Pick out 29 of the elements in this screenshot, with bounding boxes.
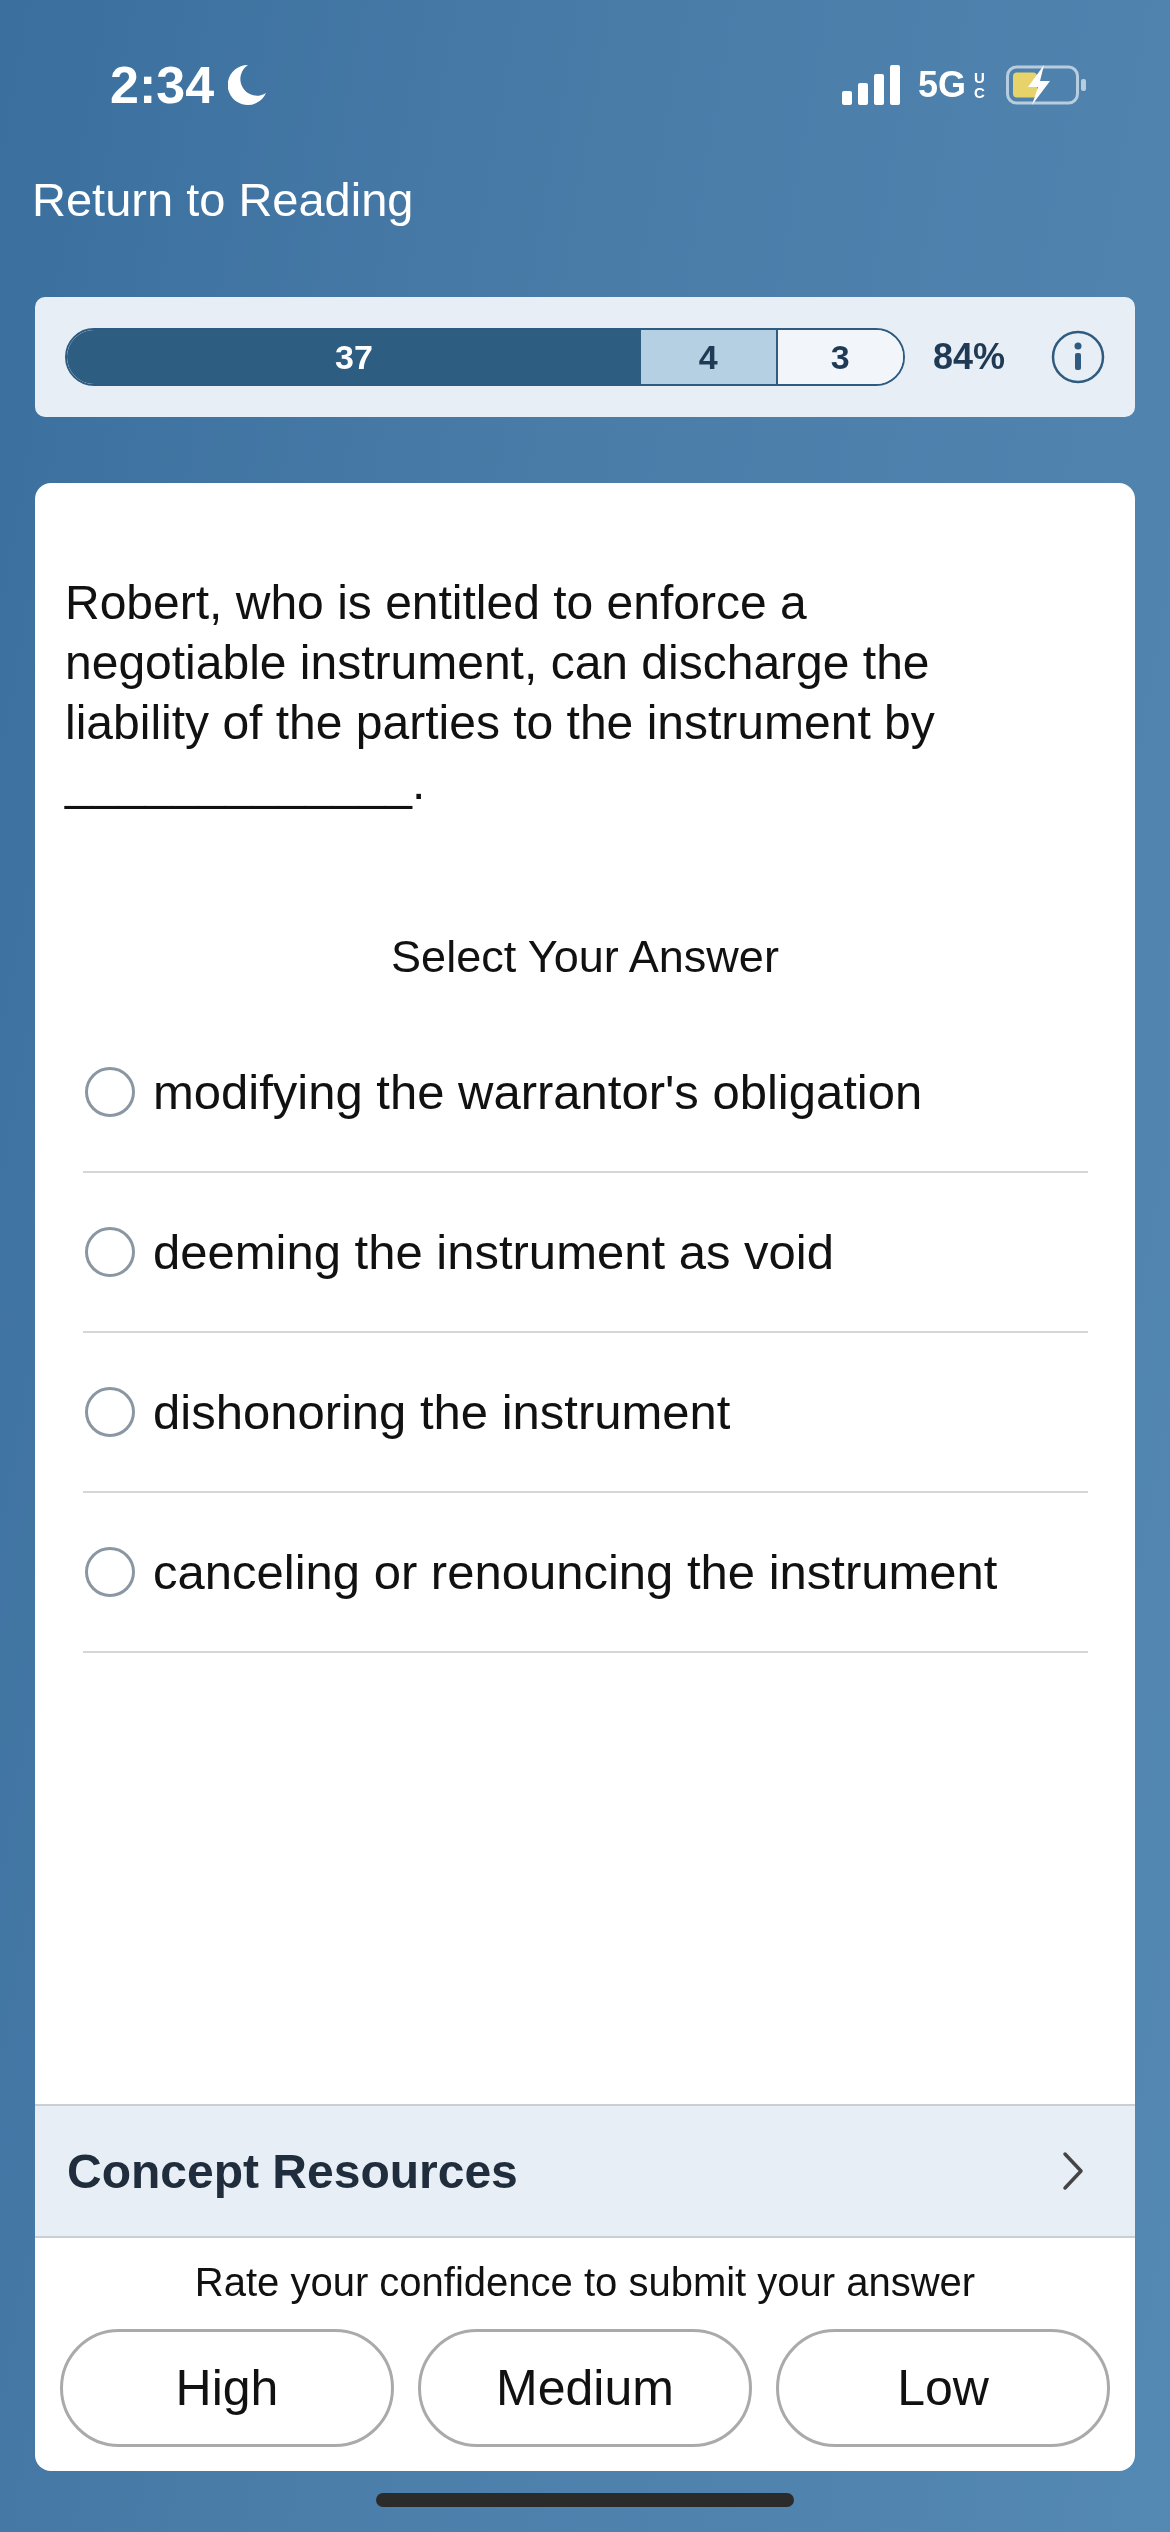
concept-resources-label: Concept Resources bbox=[67, 2143, 518, 2199]
battery-icon bbox=[1006, 63, 1088, 107]
signal-icon bbox=[841, 65, 902, 105]
answer-option[interactable]: dishonoring the instrument bbox=[153, 1384, 731, 1440]
answer-option[interactable]: canceling or renouncing the instrument bbox=[153, 1544, 998, 1600]
radio-button[interactable] bbox=[85, 1547, 135, 1597]
question-text: Robert, who is entitled to enforce a negotiable instrument, can discharge the liability of the parties to the instrument by _____________. bbox=[65, 575, 936, 811]
network-label: 5G bbox=[917, 64, 966, 106]
answer-option[interactable]: modifying the warrantor's obligation bbox=[153, 1064, 923, 1120]
network-suffix: UC bbox=[974, 70, 986, 100]
progress-segment: 3 bbox=[777, 330, 903, 384]
radio-button[interactable] bbox=[85, 1387, 135, 1437]
concept-resources-row[interactable]: Concept Resources bbox=[35, 2104, 1135, 2238]
moon-icon bbox=[228, 63, 269, 107]
confidence-button[interactable]: Medium bbox=[418, 2329, 752, 2447]
answer-option[interactable]: deeming the instrument as void bbox=[153, 1224, 834, 1280]
confidence-button[interactable]: High bbox=[60, 2329, 394, 2447]
confidence-button[interactable]: Low bbox=[776, 2329, 1110, 2447]
answer-heading: Select Your Answer bbox=[390, 931, 780, 983]
radio-button[interactable] bbox=[85, 1227, 135, 1277]
segment-count: 4 bbox=[697, 336, 719, 378]
info-icon[interactable] bbox=[1051, 330, 1105, 384]
chevron-icon bbox=[1061, 2151, 1085, 2191]
status-time: 2:34 bbox=[110, 55, 215, 115]
radio-button[interactable] bbox=[85, 1067, 135, 1117]
progress-percent: 84% bbox=[933, 336, 1006, 378]
return-link[interactable]: Return to Reading bbox=[32, 172, 414, 227]
confidence-prompt: Rate your confidence to submit your answer bbox=[193, 2260, 977, 2305]
progress-segment: 37 bbox=[67, 330, 641, 384]
